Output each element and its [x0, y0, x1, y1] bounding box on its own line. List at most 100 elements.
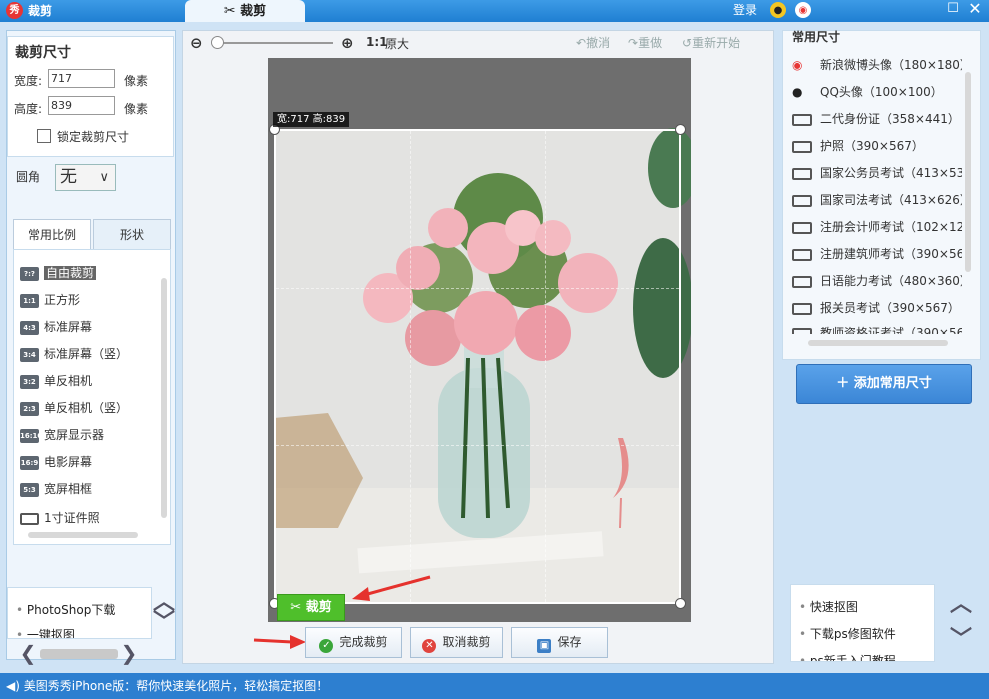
- scissors-icon: ✂: [223, 3, 236, 19]
- list-item-label: 自由裁剪: [44, 266, 97, 280]
- ratio-list-scrollbar[interactable]: [161, 278, 167, 518]
- status-bar: ◀) 美图秀秀iPhone版：帮你快速美化照片，轻松搞定抠图！: [0, 673, 989, 699]
- restart-label: 重新开始: [692, 36, 741, 50]
- ratio-item-16-9[interactable]: 16:9 电影屏幕: [20, 451, 152, 473]
- tab-common-ratio[interactable]: 常用比例: [13, 219, 91, 250]
- size-list-hscrollbar[interactable]: [808, 340, 948, 346]
- qq-icon[interactable]: ●: [770, 2, 786, 18]
- promo-link-photoshop[interactable]: PhotoShop下载: [16, 601, 115, 619]
- ratio-list-hscrollbar[interactable]: [28, 532, 138, 538]
- grid-line: [410, 131, 411, 602]
- tab-crop[interactable]: ✂ 裁剪: [185, 0, 305, 22]
- ratio-16-9-icon: 16:9: [20, 455, 39, 470]
- window-title: 裁剪: [28, 4, 53, 18]
- size-item-passport[interactable]: 护照（390×567）: [792, 135, 962, 157]
- list-item-label: 新浪微博头像（180×180）: [820, 58, 962, 72]
- width-input[interactable]: 717: [48, 69, 115, 88]
- promo-link-ps-tutorial[interactable]: ps新手入门教程: [799, 652, 896, 661]
- undo-button[interactable]: ↶撤消: [576, 35, 610, 51]
- chevron-left-icon[interactable]: ❮: [15, 640, 41, 666]
- redo-icon: ↷: [628, 36, 639, 50]
- login-link[interactable]: 登录: [733, 0, 757, 20]
- weibo-icon[interactable]: ◉: [795, 2, 811, 18]
- ratio-item-3-4[interactable]: 3:4 标准屏幕（竖）: [20, 343, 152, 365]
- finish-crop-label: 完成裁剪: [339, 635, 388, 649]
- height-input[interactable]: 839: [48, 96, 115, 115]
- cancel-crop-button[interactable]: ✕ 取消裁剪: [410, 627, 503, 658]
- chevron-down-icon[interactable]: ﹀: [948, 627, 974, 653]
- list-item-label: 国家公务员考试（413×532）: [820, 166, 962, 180]
- size-item-idcard[interactable]: 二代身份证（358×441）: [792, 108, 962, 130]
- ratio-item-square[interactable]: 1:1 正方形: [20, 289, 152, 311]
- close-icon[interactable]: ✕: [966, 0, 984, 18]
- size-item-teacher-exam[interactable]: 教师资格证考试（390×567）: [792, 324, 962, 334]
- width-unit: 像素: [124, 74, 149, 88]
- crop-size-box: 裁剪尺寸 宽度: 717 像素 高度: 839 像素 锁定裁剪尺寸: [7, 36, 174, 157]
- restart-button[interactable]: ↺重新开始: [682, 35, 740, 51]
- ratio-2-3-icon: 2:3: [20, 401, 39, 416]
- lock-size-label: 锁定裁剪尺寸: [57, 130, 130, 144]
- chevron-up-icon[interactable]: ︿: [948, 592, 974, 618]
- size-item-jlpt[interactable]: 日语能力考试（480×360）: [792, 270, 962, 292]
- add-common-size-label: 添加常用尺寸: [853, 376, 932, 391]
- left-promo-scrollbar[interactable]: [40, 649, 118, 659]
- status-text[interactable]: 美图秀秀iPhone版：帮你快速美化照片，轻松搞定抠图！: [24, 679, 329, 693]
- size-item-architect-exam[interactable]: 注册建筑师考试（390×567）: [792, 243, 962, 265]
- chevron-right-icon[interactable]: ❯: [116, 640, 142, 666]
- promo-link-quick-cutout[interactable]: 快速抠图: [799, 598, 858, 616]
- ratio-item-2-3[interactable]: 2:3 单反相机（竖）: [20, 397, 152, 419]
- redo-button[interactable]: ↷重做: [628, 35, 662, 51]
- size-list-scrollbar[interactable]: [965, 72, 971, 272]
- save-label: 保存: [557, 635, 582, 649]
- add-common-size-button[interactable]: ＋ 添加常用尺寸: [796, 364, 972, 404]
- ratio-item-4-3[interactable]: 4:3 标准屏幕: [20, 316, 152, 338]
- promo-link-cutout[interactable]: 一键抠图: [16, 626, 75, 638]
- crop-frame[interactable]: [274, 129, 681, 604]
- corner-label: 圆角: [16, 170, 41, 184]
- chevron-down-icon[interactable]: ﹀: [151, 610, 177, 636]
- crop-handle-top-right[interactable]: [675, 124, 686, 135]
- crop-handle-bottom-right[interactable]: [675, 598, 686, 609]
- list-item-label: 宽屏相框: [44, 482, 93, 496]
- size-item-qq[interactable]: ● QQ头像（100×100）: [792, 81, 962, 103]
- list-item-label: 标准屏幕（竖）: [44, 347, 129, 361]
- size-item-judicial-exam[interactable]: 国家司法考试（413×626）: [792, 189, 962, 211]
- crop-overlay-button[interactable]: ✂ 裁剪: [277, 594, 345, 621]
- id-card-icon: [792, 275, 812, 288]
- lock-size-checkbox[interactable]: [37, 129, 51, 143]
- ratio-item-16-10[interactable]: 16:10 宽屏显示器: [20, 424, 152, 446]
- corner-select[interactable]: 无 ∨: [55, 164, 116, 191]
- promo-link-download-ps[interactable]: 下载ps修图软件: [799, 625, 896, 643]
- ratio-5-3-icon: 5:3: [20, 482, 39, 497]
- size-item-cpa-exam[interactable]: 注册会计师考试（102×126）: [792, 216, 962, 238]
- zoom-out-icon[interactable]: ⊖: [190, 34, 203, 52]
- ratio-item-free[interactable]: ?:? 自由裁剪: [20, 262, 152, 284]
- finish-crop-button[interactable]: ✓ 完成裁剪: [305, 627, 402, 658]
- size-item-civil-exam[interactable]: 国家公务员考试（413×532）: [792, 162, 962, 184]
- size-item-weibo[interactable]: ◉ 新浪微博头像（180×180）: [792, 54, 962, 76]
- zoom-in-icon[interactable]: ⊕: [341, 34, 354, 52]
- undo-label: 撤消: [586, 36, 611, 50]
- size-item-customs-exam[interactable]: 报关员考试（390×567）: [792, 297, 962, 319]
- list-item-label: 日语能力考试（480×360）: [820, 274, 962, 288]
- save-icon: ▣: [537, 639, 552, 653]
- list-item-label: 二代身份证（358×441）: [820, 112, 960, 126]
- ratio-tabs: 常用比例 形状: [13, 219, 171, 250]
- title-bar: [0, 0, 989, 22]
- ratio-item-1inch[interactable]: 1寸证件照: [20, 507, 152, 529]
- id-card-icon: [792, 194, 812, 207]
- save-button[interactable]: ▣ 保存: [511, 627, 608, 658]
- cancel-crop-label: 取消裁剪: [442, 635, 491, 649]
- ratio-item-5-3[interactable]: 5:3 宽屏相框: [20, 478, 152, 500]
- maximize-icon[interactable]: ☐: [944, 0, 962, 18]
- tab-shape[interactable]: 形状: [93, 219, 171, 250]
- list-item-label: 教师资格证考试（390×567）: [820, 326, 962, 334]
- ratio-1-1-icon: 1:1: [20, 293, 39, 308]
- original-size-button[interactable]: 原大: [385, 35, 409, 52]
- check-icon: ✓: [319, 639, 334, 653]
- plus-icon: ＋: [836, 376, 854, 391]
- list-item-label: 正方形: [44, 293, 81, 307]
- zoom-slider[interactable]: [215, 42, 333, 44]
- ratio-item-3-2[interactable]: 3:2 单反相机: [20, 370, 152, 392]
- zoom-slider-knob[interactable]: [211, 36, 224, 49]
